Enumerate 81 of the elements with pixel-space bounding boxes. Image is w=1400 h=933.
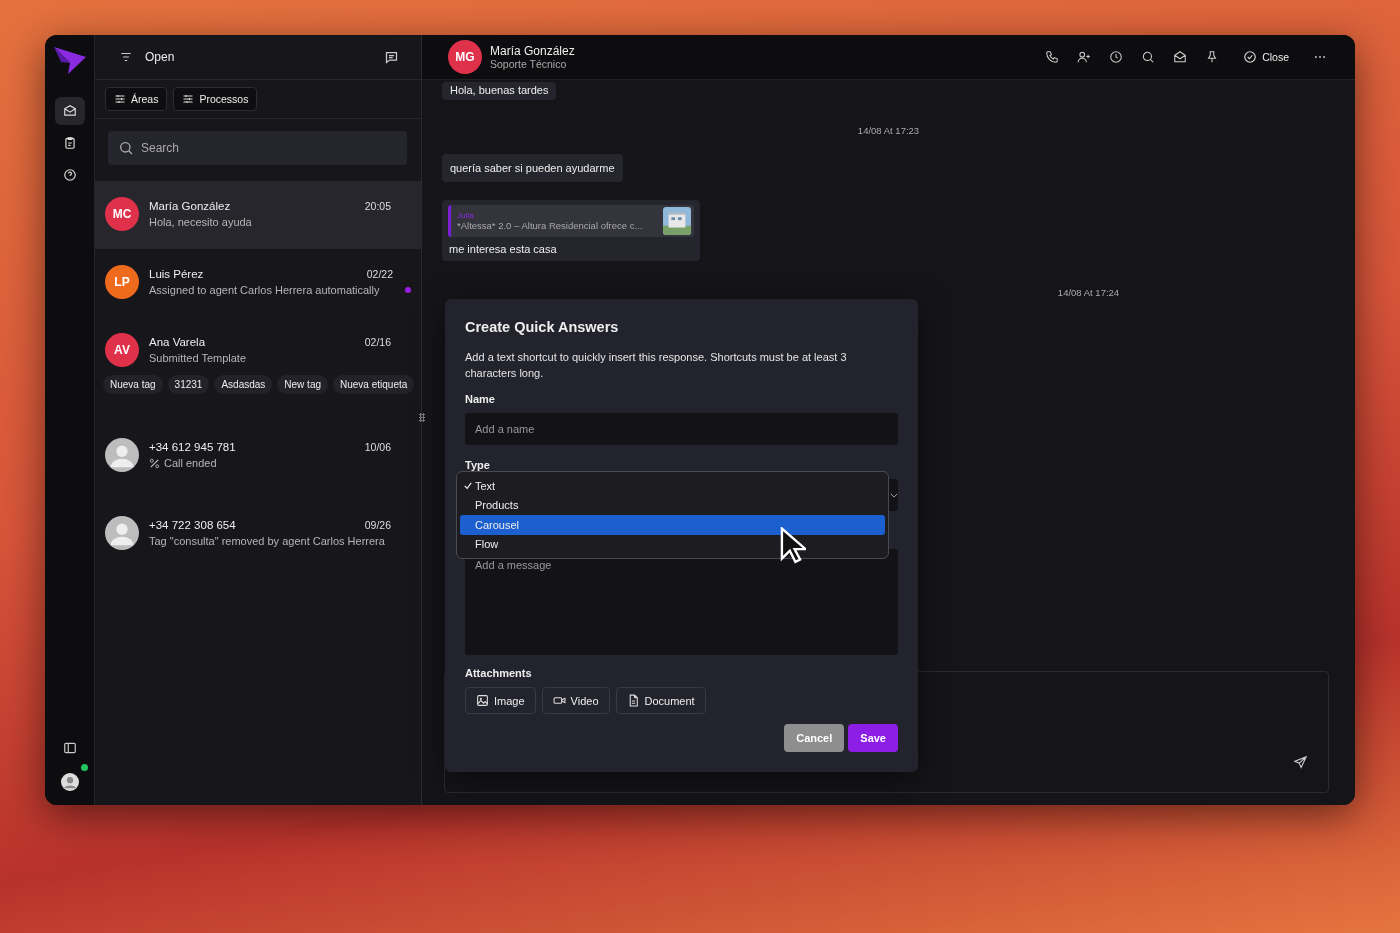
field-label: Type	[465, 459, 491, 471]
avatar-placeholder-icon	[105, 516, 139, 550]
document-attachment-button[interactable]: Document	[615, 687, 706, 714]
image-icon	[476, 694, 489, 707]
contact-department: Soporte Técnico	[490, 58, 568, 70]
filter-icon	[119, 50, 133, 64]
contact-name: María González	[490, 44, 575, 58]
sliders-icon	[182, 93, 195, 105]
check-circle-icon	[1243, 50, 1258, 64]
field-label: Name	[465, 393, 496, 405]
avatar-placeholder-icon	[105, 438, 139, 472]
dropdown-option[interactable]: Products	[460, 495, 885, 515]
dropdown-option[interactable]: Text	[460, 476, 885, 496]
avatar: LP	[105, 265, 139, 299]
message-preview: Tag "consulta" removed by agent Carlos Herrera	[149, 535, 385, 547]
message-timestamp: 14/08 At 17:23	[857, 125, 920, 136]
message-preview: Hola, necesito ayuda	[149, 216, 252, 228]
contact-avatar: MG	[448, 40, 482, 74]
tag: 31231	[167, 375, 210, 394]
quote-author: Julia	[457, 211, 475, 220]
conversation-date: 02/16	[364, 336, 391, 348]
new-chat-icon[interactable]	[384, 49, 399, 65]
message-field[interactable]: Add a message	[465, 549, 898, 655]
message-preview: Call ended	[164, 457, 217, 469]
avatar: MC	[105, 197, 139, 231]
status-filter[interactable]: Open	[113, 49, 181, 65]
field-label: Attachments	[465, 667, 533, 679]
checkmark-icon	[464, 481, 472, 490]
contact-name: Luis Pérez	[149, 268, 204, 280]
conversation-item[interactable]: +34 722 308 654 09/26 Tag "consulta" removed by agent Carlos Herrera	[95, 488, 421, 566]
sidebar-toggle-icon[interactable]	[62, 741, 77, 755]
conversation-item[interactable]: LP Luis Pérez 02/22 Assigned to agent Carlos Herrera automatically	[95, 249, 421, 317]
avatar: AV	[105, 333, 139, 367]
tag: Nueva etiqueta	[333, 375, 415, 394]
message-bubble: quería saber si pueden ayudarme	[442, 154, 623, 182]
conversation-item[interactable]: +34 612 945 781 10/06 Call ended	[95, 410, 421, 488]
image-attachment-button[interactable]: Image	[465, 687, 536, 714]
send-icon[interactable]	[1293, 755, 1308, 770]
save-button[interactable]: Save	[848, 724, 898, 752]
inbox-icon[interactable]	[54, 97, 85, 125]
message-bubble: Hola, buenas tardes	[442, 82, 557, 100]
conversation-date: 20:05	[364, 200, 391, 212]
video-camera-icon	[552, 694, 566, 707]
dropdown-option[interactable]: Carousel	[460, 515, 885, 535]
conversation-date: 10/06	[364, 441, 391, 453]
contact-name: María González	[149, 200, 231, 212]
search-field[interactable]: Search	[108, 131, 407, 165]
chevron-icon	[890, 492, 898, 498]
tag: Asdasdas	[214, 375, 273, 394]
logo-icon	[52, 45, 87, 75]
quoted-message[interactable]: Julia *Altessa* 2.0 – Altura Residencial ofrece c...	[448, 205, 694, 237]
contact-name: +34 612 945 781	[149, 441, 236, 453]
phone-icon[interactable]	[1045, 50, 1060, 64]
filter-chip[interactable]: Processos	[173, 87, 258, 111]
dialog-title: Create Quick Answers	[465, 319, 620, 335]
tag: New tag	[277, 375, 328, 394]
tag: Nueva tag	[103, 375, 163, 394]
message-preview: Submitted Template	[149, 352, 247, 364]
video-attachment-button[interactable]: Video	[541, 687, 610, 714]
clock-icon[interactable]	[1109, 50, 1124, 64]
contact-name: +34 722 308 654	[149, 519, 236, 531]
message-preview: Assigned to agent Carlos Herrera automatically	[149, 284, 380, 296]
call-ended-icon	[149, 457, 160, 469]
conversation-date: 09/26	[364, 519, 391, 531]
dialog-description: Add a text shortcut to quickly insert this response. Shortcuts must be at least 3 characters long.	[465, 350, 848, 381]
conversation-item[interactable]: AV Ana Varela 02/16 Submitted Template Nueva tag 31231 Asdasdas New tag Nueva etiqueta	[95, 317, 421, 410]
search-icon[interactable]	[1141, 50, 1156, 64]
message-timestamp: 14/08 At 17:24	[1057, 287, 1120, 298]
resize-handle[interactable]	[419, 413, 425, 422]
sliders-icon	[114, 93, 126, 105]
name-field[interactable]: Add a name	[465, 413, 898, 445]
envelope-icon[interactable]	[1173, 50, 1188, 64]
user-avatar[interactable]	[60, 773, 79, 791]
quote-text: *Altessa* 2.0 – Altura Residencial ofrece c...	[457, 220, 644, 231]
close-conversation-button[interactable]: Close	[1237, 49, 1295, 65]
message-text: me interesa esta casa	[448, 243, 558, 255]
conversation-item[interactable]: MC María González 20:05 Hola, necesito ayuda	[95, 181, 421, 249]
conversation-date: 02/22	[366, 268, 393, 280]
add-user-icon[interactable]	[1077, 50, 1092, 64]
contact-name: Ana Varela	[149, 336, 206, 348]
filter-chip[interactable]: Áreas	[105, 87, 168, 111]
